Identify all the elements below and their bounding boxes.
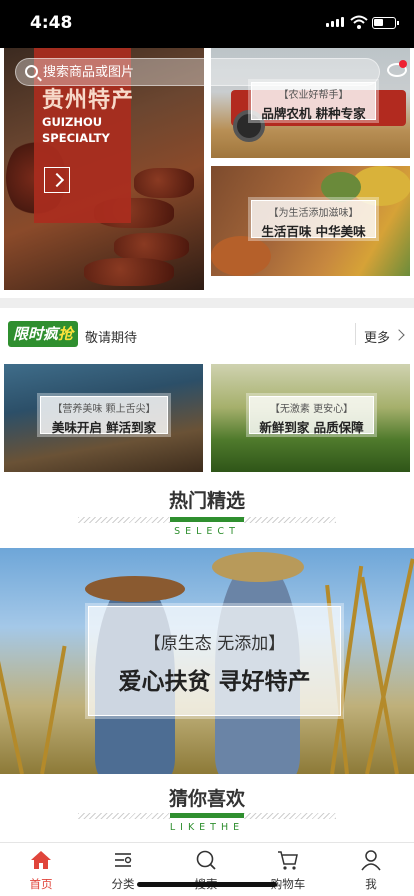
promo-label-big: 美味开启 鲜活到家 bbox=[51, 420, 157, 435]
promo-label: 【营养美味 颗上舌尖】 美味开启 鲜活到家 bbox=[40, 396, 168, 435]
banner-label-big: 生活百味 中华美味 bbox=[261, 224, 366, 239]
spice-bowl-image bbox=[321, 172, 361, 202]
sausage-image bbox=[114, 233, 189, 261]
grass-decoration bbox=[40, 645, 67, 774]
promo-label-small: 【营养美味 颗上舌尖】 bbox=[52, 404, 156, 415]
tab-home[interactable]: 首页 bbox=[0, 843, 82, 896]
signal-icon bbox=[326, 17, 344, 27]
tab-search[interactable]: 搜索 bbox=[165, 843, 247, 896]
grass-decoration bbox=[360, 576, 399, 774]
banner-label-small: 【为生活添加滋味】 bbox=[268, 208, 359, 219]
grass-decoration bbox=[0, 626, 24, 774]
battery-icon bbox=[372, 17, 399, 29]
promo-label: 【无激素 更安心】 新鲜到家 品质保障 bbox=[249, 396, 374, 435]
hat-image bbox=[212, 552, 304, 582]
title-underline bbox=[170, 517, 244, 522]
banner-poverty-relief[interactable]: 【原生态 无添加】 爱心扶贫 寻好特产 bbox=[0, 548, 414, 774]
section-title-text: 猜你喜欢 bbox=[168, 788, 245, 810]
banner-label-small: 【原生态 无添加】 bbox=[143, 634, 286, 654]
banner-spices[interactable]: 【为生活添加滋味】 生活百味 中华美味 bbox=[211, 166, 410, 276]
more-link[interactable]: 更多 bbox=[364, 327, 390, 346]
sausage-image bbox=[134, 168, 194, 198]
flash-sale-subtitle: 敬请期待 bbox=[85, 331, 138, 346]
bottom-tab-bar: 首页 分类 搜索 购物车 bbox=[0, 842, 414, 896]
sausage-image bbox=[84, 258, 174, 286]
banner-label: 【为生活添加滋味】 生活百味 中华美味 bbox=[251, 200, 376, 239]
search-icon bbox=[196, 850, 216, 870]
banner-label-big: 品牌农机 耕种专家 bbox=[261, 106, 366, 121]
chevron-right-icon[interactable] bbox=[393, 329, 405, 341]
search-icon bbox=[25, 65, 38, 78]
hero-arrow-button[interactable] bbox=[44, 167, 70, 193]
flash-sale-logo: 限时疯抢 bbox=[8, 321, 78, 347]
section-subtitle: SELECT bbox=[174, 526, 240, 537]
hero-subtitle-line2: SPECIALTY bbox=[42, 131, 110, 145]
category-icon bbox=[115, 853, 132, 867]
tab-category[interactable]: 分类 bbox=[82, 843, 164, 896]
home-indicator[interactable] bbox=[137, 882, 277, 887]
notification-dot bbox=[399, 60, 407, 68]
promo-label-big: 新鲜到家 品质保障 bbox=[259, 420, 364, 435]
hero-title: 贵州特产 bbox=[42, 88, 135, 113]
banner-label: 【农业好帮手】 品牌农机 耕种专家 bbox=[251, 82, 376, 121]
app-screen: 4:48 贵州特产 GUIZHOU SPECIALTY 【农业好帮手】 品牌农机… bbox=[0, 0, 414, 896]
home-icon bbox=[31, 851, 51, 869]
title-decoration bbox=[78, 517, 170, 523]
search-bar[interactable] bbox=[15, 58, 380, 86]
section-title-like: 猜你喜欢 LIKETHE bbox=[0, 784, 414, 840]
promo-label-small: 【无激素 更安心】 bbox=[269, 404, 354, 415]
banner-label: 【原生态 无添加】 爱心扶贫 寻好特产 bbox=[88, 606, 341, 716]
promo-card-fresh[interactable]: 【营养美味 颗上舌尖】 美味开启 鲜活到家 bbox=[4, 364, 203, 472]
section-title-hot: 热门精选 SELECT bbox=[0, 486, 414, 542]
section-divider bbox=[0, 298, 414, 308]
hat-image bbox=[85, 576, 185, 602]
cart-icon bbox=[278, 851, 298, 870]
message-button[interactable] bbox=[387, 60, 409, 80]
status-time: 4:48 bbox=[30, 13, 73, 33]
promo-card-quality[interactable]: 【无激素 更安心】 新鲜到家 品质保障 bbox=[211, 364, 410, 472]
hero-subtitle-line1: GUIZHOU bbox=[42, 115, 103, 129]
flash-sale-logo-text: 限时疯 bbox=[12, 325, 58, 343]
tab-me[interactable]: 我 bbox=[330, 843, 412, 896]
hero-subtitle: GUIZHOU SPECIALTY bbox=[42, 114, 110, 146]
wifi-icon bbox=[350, 15, 368, 29]
divider bbox=[355, 323, 356, 345]
banner-label-small: 【农业好帮手】 bbox=[278, 90, 349, 101]
spice-bowl-image bbox=[211, 236, 271, 276]
title-decoration bbox=[78, 813, 170, 819]
flash-sale-logo-highlight: 抢 bbox=[58, 325, 74, 343]
tab-cart[interactable]: 购物车 bbox=[247, 843, 329, 896]
search-input[interactable] bbox=[43, 62, 363, 82]
user-icon bbox=[361, 850, 381, 871]
tab-label: 我 bbox=[365, 877, 377, 891]
section-subtitle: LIKETHE bbox=[169, 822, 245, 833]
title-decoration bbox=[244, 813, 336, 819]
title-decoration bbox=[244, 517, 336, 523]
banner-label-big: 爱心扶贫 寻好特产 bbox=[118, 669, 311, 695]
section-title-text: 热门精选 bbox=[168, 490, 245, 512]
tab-label: 首页 bbox=[29, 877, 53, 891]
title-underline bbox=[170, 813, 244, 818]
status-bar: 4:48 bbox=[0, 0, 414, 48]
flash-sale-header: 限时疯抢 敬请期待 更多 bbox=[0, 318, 414, 352]
